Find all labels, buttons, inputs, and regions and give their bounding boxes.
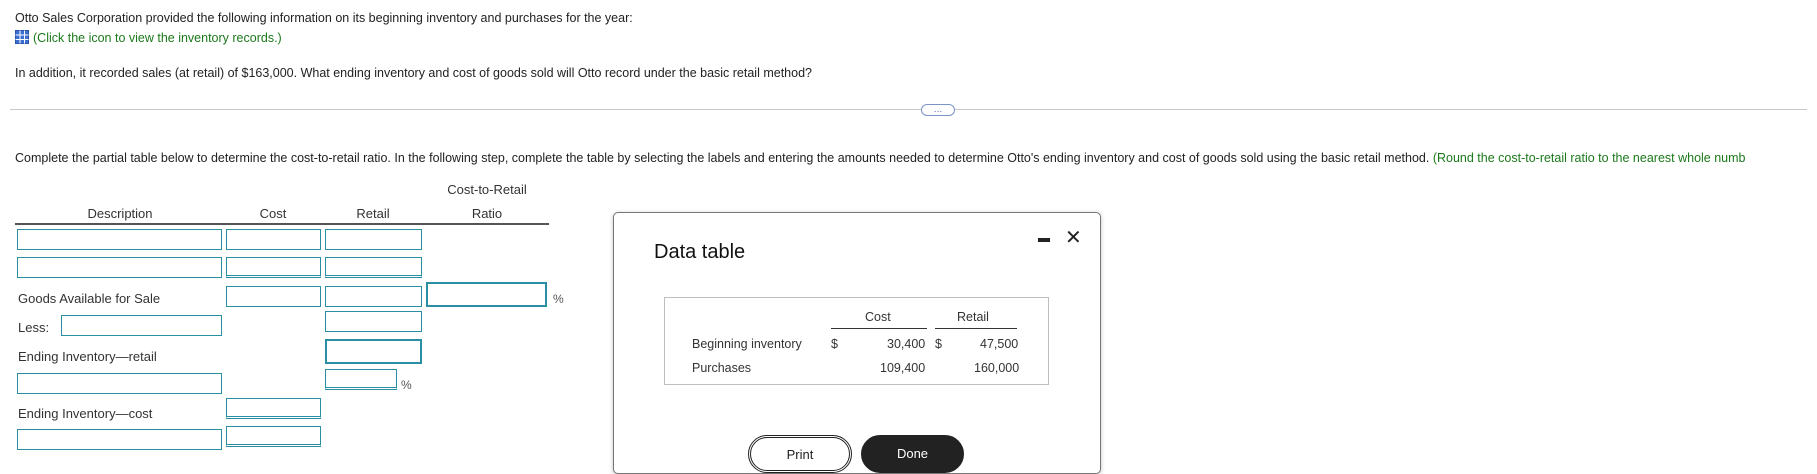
- retail-input-1[interactable]: [325, 229, 422, 250]
- cost-ratio-percent-sign: %: [401, 378, 412, 392]
- close-icon[interactable]: ✕: [1065, 228, 1082, 248]
- less-label: Less:: [18, 320, 50, 335]
- ending-inventory-retail-input[interactable]: [325, 339, 422, 364]
- description-input-3[interactable]: [17, 373, 222, 394]
- done-button[interactable]: Done: [861, 435, 964, 473]
- goods-available-cost-input[interactable]: [226, 286, 321, 307]
- table-grid-icon[interactable]: [15, 30, 29, 44]
- less-retail-input[interactable]: [325, 311, 422, 332]
- description-input-2[interactable]: [17, 257, 222, 278]
- row-currency-beginning-inventory: $: [831, 337, 838, 351]
- header-retail: Retail: [356, 206, 390, 221]
- ending-inventory-cost-label: Ending Inventory—cost: [18, 406, 153, 421]
- header-ratio: Ratio: [471, 206, 503, 221]
- ratio-percent-sign: %: [553, 292, 564, 306]
- row-label-purchases: Purchases: [692, 361, 752, 375]
- header-cost: Cost: [259, 206, 287, 221]
- data-table-modal: Data table ✕ Cost Retail Beginning inven…: [613, 212, 1101, 474]
- row-label-beginning-inventory: Beginning inventory: [692, 337, 802, 351]
- less-description-input[interactable]: [61, 315, 222, 336]
- column-header-retail: Retail: [957, 310, 989, 324]
- cogs-cost-input[interactable]: [226, 426, 321, 447]
- row-cost-purchases: 109,400: [880, 361, 926, 375]
- header-underline: [15, 223, 549, 225]
- section-divider: [10, 109, 1807, 110]
- retail-header-underline: [935, 328, 1017, 329]
- description-input-4[interactable]: [17, 429, 222, 450]
- cost-input-1[interactable]: [226, 229, 321, 250]
- modal-title: Data table: [654, 241, 746, 263]
- goods-available-retail-input[interactable]: [325, 286, 422, 307]
- instructions: Complete the partial table below to dete…: [15, 151, 1746, 165]
- ending-inventory-retail-label: Ending Inventory—retail: [18, 349, 157, 364]
- retail-input-2[interactable]: [325, 257, 422, 278]
- minimize-icon[interactable]: [1038, 238, 1050, 242]
- header-cost-to-retail: Cost-to-Retail: [447, 182, 527, 197]
- expand-toggle-button[interactable]: …: [921, 104, 955, 116]
- goods-available-label: Goods Available for Sale: [18, 291, 161, 306]
- row-retail-currency-beginning-inventory: $: [935, 337, 942, 351]
- cost-input-2[interactable]: [226, 257, 321, 278]
- header-description: Description: [87, 206, 153, 221]
- instructions-text: Complete the partial table below to dete…: [15, 151, 1430, 165]
- row-retail-beginning-inventory: 47,500: [980, 337, 1019, 351]
- inventory-records-link-text[interactable]: (Click the icon to view the inventory re…: [33, 31, 282, 45]
- print-button[interactable]: Print: [748, 435, 852, 473]
- inventory-data-table: Cost Retail Beginning inventory $ 30,400…: [664, 297, 1049, 385]
- row-retail-purchases: 160,000: [974, 361, 1020, 375]
- description-input-1[interactable]: [17, 229, 222, 250]
- rounding-hint: (Round the cost-to-retail ratio to the n…: [1432, 151, 1746, 165]
- inventory-records-link[interactable]: (Click the icon to view the inventory re…: [15, 30, 282, 45]
- column-header-cost: Cost: [865, 310, 891, 324]
- cost-to-retail-ratio-input[interactable]: [426, 282, 547, 307]
- cost-header-underline: [831, 328, 927, 329]
- cost-ratio-input[interactable]: [325, 369, 397, 390]
- row-cost-beginning-inventory: 30,400: [887, 337, 926, 351]
- problem-line-1: Otto Sales Corporation provided the foll…: [15, 11, 633, 25]
- ending-inventory-cost-input[interactable]: [226, 398, 321, 419]
- problem-line-2: In addition, it recorded sales (at retai…: [15, 66, 812, 80]
